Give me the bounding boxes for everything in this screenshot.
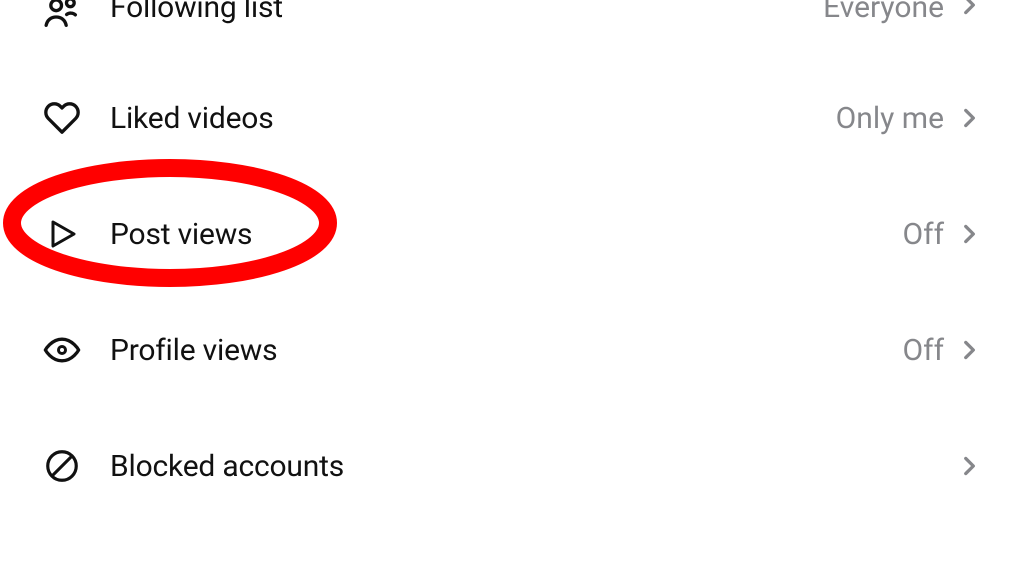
row-following-list[interactable]: Following list Everyone [40, 0, 984, 60]
settings-list: Following list Everyone Liked videos Onl… [0, 0, 1024, 524]
row-liked-videos[interactable]: Liked videos Only me [40, 60, 984, 176]
eye-icon [40, 328, 84, 372]
heart-icon [40, 96, 84, 140]
people-icon [40, 0, 84, 34]
row-label: Following list [110, 0, 283, 25]
chevron-right-icon [954, 0, 984, 20]
play-icon [40, 212, 84, 256]
chevron-right-icon [954, 219, 984, 249]
row-value: Off [903, 217, 945, 252]
row-profile-views[interactable]: Profile views Off [40, 292, 984, 408]
row-blocked-accounts[interactable]: Blocked accounts [40, 408, 984, 524]
row-value: Only me [836, 101, 944, 136]
row-label: Profile views [110, 333, 277, 368]
row-label: Liked videos [110, 101, 273, 136]
chevron-right-icon [954, 335, 984, 365]
row-value: Everyone [823, 0, 944, 25]
row-label: Post views [110, 217, 252, 252]
row-value: Off [903, 333, 945, 368]
row-label: Blocked accounts [110, 449, 344, 484]
block-icon [40, 444, 84, 488]
chevron-right-icon [954, 103, 984, 133]
row-post-views[interactable]: Post views Off [40, 176, 984, 292]
chevron-right-icon [954, 451, 984, 481]
